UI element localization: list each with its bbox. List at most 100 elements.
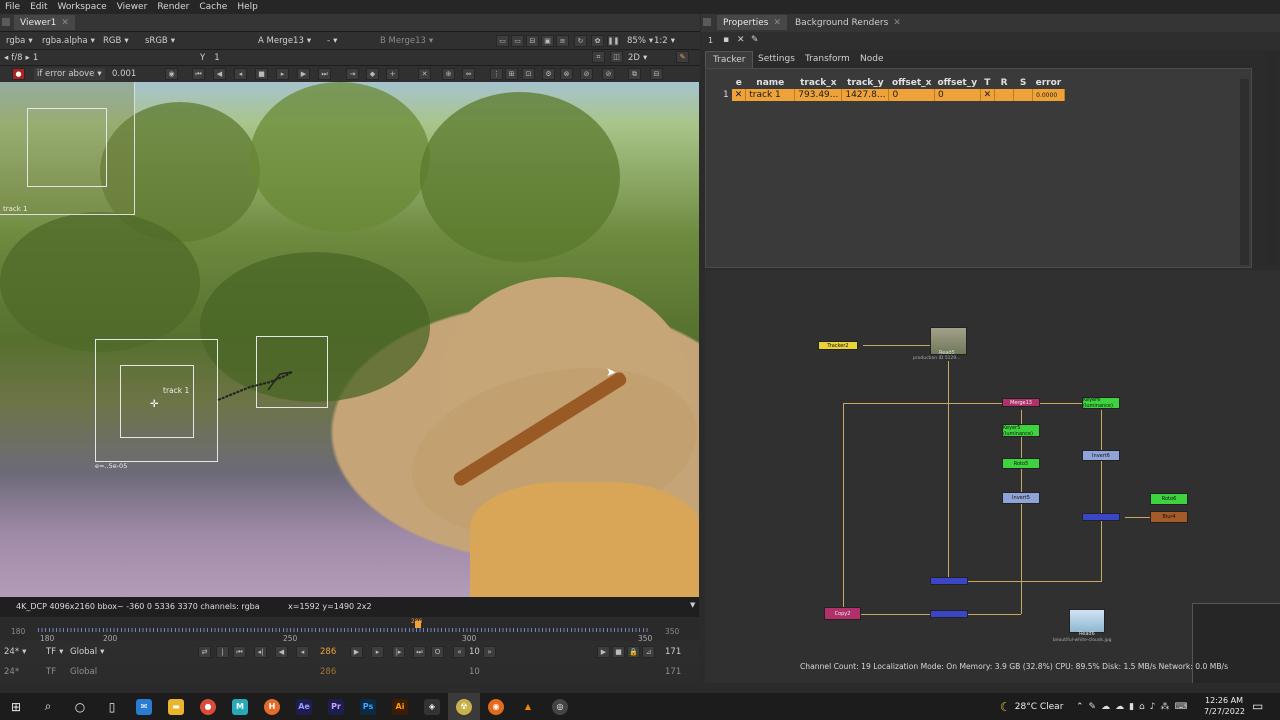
keyframe-icon[interactable]: ◆: [366, 68, 379, 80]
volume-icon[interactable]: ♪: [1150, 702, 1156, 712]
fstop-control[interactable]: ◂ f/8 ▸ 1: [4, 52, 38, 64]
rgb-dropdown[interactable]: RGB ▾: [103, 35, 129, 47]
node-graph[interactable]: Tracker2 Read5 production ID 5129... Mer…: [705, 270, 1280, 683]
play-icon[interactable]: ▶: [350, 646, 363, 658]
menu-render[interactable]: Render: [152, 2, 194, 12]
grid-icon[interactable]: ⋮: [490, 68, 503, 80]
step-forward-icon[interactable]: ▸: [276, 68, 289, 80]
overlay-icon[interactable]: ⊟: [526, 35, 539, 47]
tab-background-renders[interactable]: Background Renders ✕: [789, 15, 907, 30]
error-threshold-input[interactable]: 0.001: [112, 68, 136, 80]
tab-settings[interactable]: Settings: [751, 51, 802, 67]
info-menu-icon[interactable]: ▼: [690, 601, 695, 609]
weather-widget[interactable]: ☾ 28°C Clear: [1000, 693, 1063, 720]
composite-dropdown[interactable]: - ▾: [327, 35, 337, 47]
track-forward-icon[interactable]: ▶: [297, 68, 310, 80]
track-x-cell[interactable]: 793.49...: [794, 89, 843, 101]
menu-workspace[interactable]: Workspace: [53, 2, 112, 12]
cortana-icon[interactable]: ○: [64, 693, 96, 720]
file-explorer-icon[interactable]: ▬: [160, 693, 192, 720]
zoom-window-icon[interactable]: ⊡: [522, 68, 535, 80]
after-effects-icon[interactable]: Ae: [288, 693, 320, 720]
current-frame-input[interactable]: 286: [320, 666, 336, 678]
next-key-icon[interactable]: |▸: [392, 646, 405, 658]
r-checkbox[interactable]: [994, 89, 1015, 101]
snap-icon[interactable]: ⊞: [505, 68, 518, 80]
mask-icon[interactable]: ◫: [610, 51, 623, 63]
premiere-icon[interactable]: Pr: [320, 693, 352, 720]
out-point-icon[interactable]: O: [431, 646, 444, 658]
refresh-icon[interactable]: ↻: [574, 35, 587, 47]
clear-icon[interactable]: ✕: [418, 68, 431, 80]
crop-icon[interactable]: ⌗: [592, 51, 605, 63]
clear-fwd-icon[interactable]: ⊘: [602, 68, 615, 80]
mail-icon[interactable]: ✉: [128, 693, 160, 720]
node-read6-thumbnail[interactable]: [1069, 609, 1105, 633]
step-backward-icon[interactable]: ◂: [234, 68, 247, 80]
node-tracker2[interactable]: Tracker2: [818, 341, 858, 350]
y-control[interactable]: Y1: [200, 52, 220, 64]
pause-icon[interactable]: ❚❚: [607, 35, 620, 47]
houdini-icon[interactable]: H: [256, 693, 288, 720]
zoom-dropdown[interactable]: 85% ▾: [627, 35, 653, 47]
maya-icon[interactable]: M: [224, 693, 256, 720]
render-icon[interactable]: ■: [612, 646, 625, 658]
gear-icon[interactable]: ✿: [591, 35, 604, 47]
close-icon[interactable]: ✕: [893, 18, 901, 28]
range-dropdown[interactable]: Global ▾: [70, 646, 104, 658]
network-icon[interactable]: ⌂: [1139, 702, 1145, 712]
proxy-dropdown[interactable]: 1:2 ▾: [654, 35, 675, 47]
node-keyer5[interactable]: Keyer5 (luminance): [1002, 424, 1040, 437]
fps-dropdown[interactable]: 24*: [4, 666, 19, 678]
chevron-up-icon[interactable]: ⌃: [1076, 702, 1084, 712]
in-point-icon[interactable]: |: [216, 646, 229, 658]
node-invert6[interactable]: Invert6: [1082, 450, 1120, 461]
viewer-image[interactable]: track 1 ✛ track 1 e=..5e-05 ➤: [0, 82, 699, 597]
bluetooth-icon[interactable]: ⁂: [1161, 702, 1170, 712]
play-backward-icon[interactable]: ◀: [275, 646, 288, 658]
lock-icon[interactable]: ▪: [723, 35, 729, 45]
view-mode-dropdown[interactable]: 2D ▾: [628, 52, 647, 64]
obs-icon[interactable]: ◎: [544, 693, 576, 720]
clock[interactable]: 12:26 AM 7/27/2022: [1204, 695, 1245, 717]
node-roto6[interactable]: Roto6: [1150, 493, 1188, 505]
cloud-icon[interactable]: ☁: [1101, 702, 1110, 712]
stop-icon[interactable]: ■: [255, 68, 268, 80]
node-keyer6[interactable]: Keyer6 (luminance): [1082, 397, 1120, 409]
tab-node[interactable]: Node: [853, 51, 891, 67]
node-copy2[interactable]: Copy2: [824, 607, 861, 620]
skip-back-icon[interactable]: «: [453, 646, 466, 658]
s-checkbox[interactable]: [1013, 89, 1034, 101]
track-backward-icon[interactable]: ◀: [213, 68, 226, 80]
wipe-icon[interactable]: ▭: [511, 35, 524, 47]
first-frame-icon[interactable]: ⏮: [233, 646, 246, 658]
record-icon[interactable]: ●: [12, 68, 25, 80]
error-mode-dropdown[interactable]: if error above ▾: [34, 68, 105, 80]
a-input-dropdown[interactable]: A Merge13 ▾: [258, 35, 311, 47]
menu-cache[interactable]: Cache: [194, 2, 232, 12]
close-icon[interactable]: ✕: [773, 18, 781, 28]
timeline[interactable]: 180 180 200 250 300 350 350 286: [0, 618, 699, 643]
flipbook-icon[interactable]: ▶: [597, 646, 610, 658]
current-frame-input[interactable]: 286: [320, 646, 336, 658]
firefox-icon[interactable]: ◉: [480, 693, 512, 720]
clear-bwd-icon[interactable]: ⊘: [580, 68, 593, 80]
t-checkbox[interactable]: ✕: [980, 89, 996, 101]
node-merge-blue[interactable]: [1082, 513, 1120, 521]
loop-icon[interactable]: ⇄: [198, 646, 211, 658]
settings-icon[interactable]: ⚙: [542, 68, 555, 80]
illustrator-icon[interactable]: Ai: [384, 693, 416, 720]
end-frame-input[interactable]: 171: [665, 666, 681, 678]
node-merge[interactable]: Merge13: [1002, 398, 1040, 407]
node-graph-minimap[interactable]: [1192, 603, 1280, 683]
sync-icon[interactable]: ⊿: [642, 646, 655, 658]
search-icon[interactable]: ⌕: [32, 693, 64, 720]
track-to-end-icon[interactable]: ⏭: [318, 68, 331, 80]
arrow-left-icon[interactable]: ◂: [4, 53, 8, 63]
menu-file[interactable]: File: [0, 2, 25, 12]
node-roto5[interactable]: Roto5: [1002, 458, 1040, 469]
tf-dropdown[interactable]: TF: [46, 666, 56, 678]
fps-dropdown[interactable]: 24* ▾: [4, 646, 26, 658]
increment-input[interactable]: 10: [469, 646, 480, 658]
close-icon[interactable]: ✕: [61, 18, 69, 28]
